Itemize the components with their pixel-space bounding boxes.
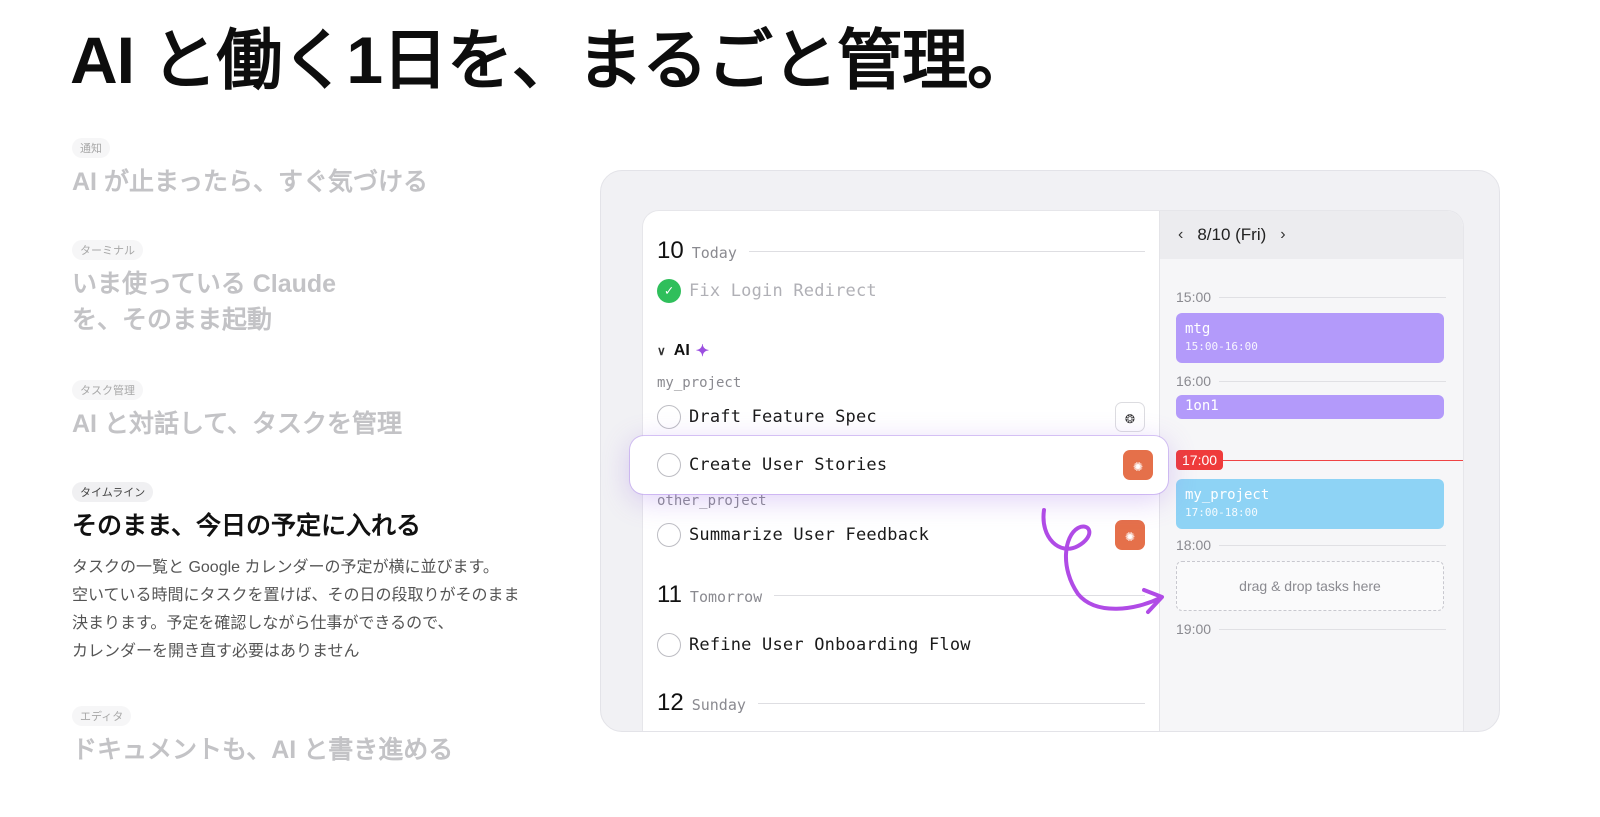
- time-slot: 18:00: [1176, 537, 1446, 553]
- feature-title: AI と対話して、タスクを管理: [72, 410, 402, 438]
- task-group-ai[interactable]: ∨ AI ✦: [657, 341, 709, 361]
- chevron-right-icon[interactable]: ›: [1280, 226, 1285, 244]
- feature-title: ドキュメントも、AI と書き進める: [72, 736, 454, 764]
- drop-zone[interactable]: drag & drop tasks here: [1176, 561, 1444, 611]
- time-slot: 19:00: [1176, 621, 1446, 637]
- claude-icon[interactable]: ✺: [1123, 450, 1153, 480]
- task-checkbox[interactable]: [657, 453, 681, 477]
- feature-title: AI が止まったら、すぐ気づける: [72, 168, 428, 196]
- calendar-event[interactable]: 1on1: [1176, 395, 1444, 419]
- time-slot: 15:00: [1176, 289, 1446, 305]
- current-time-badge: 17:00: [1176, 450, 1224, 470]
- task-item[interactable]: Draft Feature Spec ❂: [657, 402, 1145, 432]
- calendar-event[interactable]: my_project 17:00-18:00: [1176, 479, 1444, 529]
- sparkle-icon: ✦: [695, 343, 710, 360]
- chevron-down-icon: ∨: [657, 344, 666, 358]
- feature-tag: エディタ: [72, 706, 132, 726]
- feature-terminal[interactable]: ターミナル いま使っている Claude を、そのまま起動: [72, 240, 592, 338]
- calendar-header: ‹ 8/10 (Fri) ›: [1160, 211, 1463, 259]
- feature-tag: タスク管理: [72, 380, 143, 400]
- chevron-left-icon[interactable]: ‹: [1178, 226, 1183, 244]
- feature-editor[interactable]: エディタ ドキュメントも、AI と書き進める: [72, 706, 592, 768]
- feature-description: タスクの一覧と Google カレンダーの予定が横に並びます。 空いている時間に…: [72, 559, 520, 660]
- task-checkbox[interactable]: [657, 523, 681, 547]
- feature-notification[interactable]: 通知 AI が止まったら、すぐ気づける: [72, 138, 592, 200]
- project-label: my_project: [657, 375, 742, 391]
- task-item[interactable]: Refine User Onboarding Flow: [657, 633, 1145, 657]
- day-header-today: 10 Today: [657, 237, 1145, 265]
- feature-title: いま使っている Claude を、そのまま起動: [72, 270, 337, 334]
- task-item-done[interactable]: ✓ Fix Login Redirect: [657, 279, 1145, 303]
- task-checkbox[interactable]: [657, 405, 681, 429]
- calendar-event[interactable]: mtg 15:00-16:00: [1176, 313, 1444, 363]
- feature-tag: 通知: [72, 138, 110, 158]
- day-header-sunday: 12 Sunday: [657, 689, 1145, 717]
- feature-title: そのまま、今日の予定に入れる: [72, 512, 422, 540]
- checkmark-icon[interactable]: ✓: [657, 279, 681, 303]
- task-checkbox[interactable]: [657, 633, 681, 657]
- project-label: other_project: [657, 493, 767, 509]
- calendar-pane: ‹ 8/10 (Fri) › 15:00 mtg 15:00-16:00 16:…: [1159, 211, 1463, 731]
- time-slot: 16:00: [1176, 373, 1446, 389]
- feature-tag: タイムライン: [72, 482, 154, 502]
- calendar-date: 8/10 (Fri): [1197, 225, 1267, 244]
- feature-task-management[interactable]: タスク管理 AI と対話して、タスクを管理: [72, 380, 592, 442]
- feature-timeline[interactable]: タイムライン そのまま、今日の予定に入れる タスクの一覧と Google カレン…: [72, 482, 592, 666]
- openai-icon[interactable]: ❂: [1115, 402, 1145, 432]
- feature-tag: ターミナル: [72, 240, 143, 260]
- page-headline: AI と働く1日を、まるごと管理。: [70, 23, 1033, 97]
- drag-arrow-icon: [1041, 508, 1164, 614]
- dragging-task-card[interactable]: Create User Stories ✺: [630, 436, 1168, 494]
